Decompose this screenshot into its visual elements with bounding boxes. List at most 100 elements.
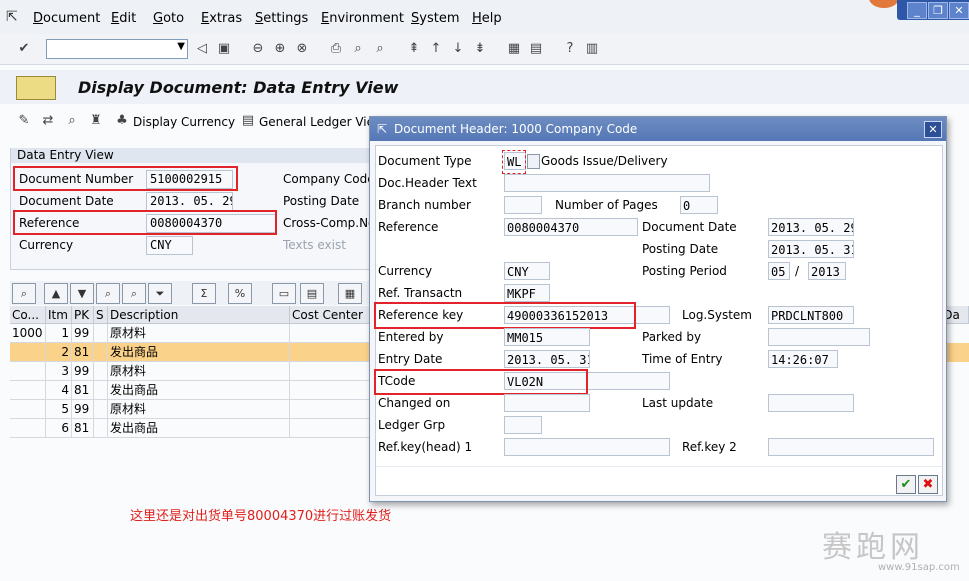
currency-label: Currency — [19, 238, 74, 252]
help-icon[interactable]: ? — [562, 41, 578, 57]
general-ledger-icon[interactable]: ▤ — [240, 113, 256, 129]
command-field[interactable]: ▼ — [46, 39, 188, 59]
cell-desc: 发出商品 — [108, 381, 290, 400]
last-page-icon[interactable]: ⇟ — [472, 41, 488, 57]
parked-by-field[interactable] — [768, 328, 870, 346]
ref-key2-field[interactable] — [768, 438, 934, 456]
details-icon[interactable]: ⌕ — [12, 283, 36, 304]
back-icon[interactable]: ⊖ — [250, 41, 266, 57]
menu-extras[interactable]: Extras — [201, 11, 242, 26]
posting-year-field[interactable]: 2013 — [808, 262, 846, 280]
cancel-x-icon[interactable]: ✖ — [918, 475, 938, 494]
entered-by-field[interactable]: MM015 — [504, 328, 590, 346]
branch-number-field[interactable] — [504, 196, 542, 214]
find-next-icon[interactable]: ⌕ — [372, 41, 388, 57]
log-system-label: Log.System — [682, 308, 752, 322]
find-icon[interactable]: ⌕ — [350, 41, 366, 57]
print-icon[interactable]: ⎙ — [328, 41, 344, 57]
layout-icon[interactable]: ▦ — [338, 283, 362, 304]
document-icon[interactable] — [16, 76, 56, 100]
header-s[interactable]: S — [94, 306, 108, 324]
ref-key-head1-field[interactable] — [504, 438, 670, 456]
sort-desc-icon[interactable]: ▼ — [70, 283, 94, 304]
header-company-code[interactable]: Co... — [10, 306, 46, 324]
cell-s — [94, 343, 108, 362]
cell-itm: 3 — [46, 362, 72, 381]
system-menu-icon[interactable]: ⇱ — [6, 9, 18, 25]
minimize-icon[interactable]: _ — [907, 2, 927, 19]
time-of-entry-field[interactable]: 14:26:07 — [768, 350, 838, 368]
ledger-grp-field[interactable] — [504, 416, 542, 434]
first-page-icon[interactable]: ⇞ — [406, 41, 422, 57]
menu-settings[interactable]: Settings — [255, 11, 308, 26]
last-update-field[interactable] — [768, 394, 854, 412]
find-next-icon[interactable]: ⌕ — [122, 283, 146, 304]
menu-system[interactable]: System — [411, 11, 460, 26]
previous-page-icon[interactable]: ↑ — [428, 41, 444, 57]
number-of-pages-field[interactable]: 0 — [680, 196, 718, 214]
save-icon[interactable]: ▣ — [216, 41, 232, 57]
reference-field[interactable]: 0080004370 — [504, 218, 638, 236]
chevron-down-icon[interactable]: ▼ — [177, 41, 185, 52]
header-cost-center[interactable]: Cost Center — [290, 306, 370, 324]
dialog-divider — [376, 466, 942, 467]
find-icon[interactable]: ⌕ — [96, 283, 120, 304]
doc-header-text-field[interactable] — [504, 174, 710, 192]
posting-period-field[interactable]: 05 — [768, 262, 790, 280]
search-help-icon[interactable] — [527, 154, 540, 169]
filter-icon[interactable]: ⏷ — [148, 283, 172, 304]
hat-icon[interactable]: ♜ — [88, 113, 104, 129]
menu-document[interactable]: Document — [33, 11, 100, 26]
display-currency-button[interactable]: Display Currency — [133, 115, 235, 129]
next-page-icon[interactable]: ↓ — [450, 41, 466, 57]
close-icon[interactable]: ✕ — [949, 2, 969, 19]
header-pk[interactable]: PK — [72, 306, 94, 324]
currency-field[interactable]: CNY — [504, 262, 550, 280]
entry-date-field[interactable]: 2013. 05. 31 — [504, 350, 590, 368]
sort-icon[interactable]: ▲ — [44, 283, 68, 304]
confirm-checkmark-icon[interactable]: ✔ — [896, 475, 916, 494]
document-date-field[interactable]: 2013. 05. 29 — [146, 192, 233, 211]
posting-date-label: Posting Date — [642, 242, 719, 256]
print-preview-icon[interactable]: ▭ — [272, 283, 296, 304]
shortcut-icon[interactable]: ▤ — [528, 41, 544, 57]
changed-on-field[interactable] — [504, 394, 590, 412]
ref-transactn-field[interactable]: MKPF — [504, 284, 550, 302]
header-description[interactable]: Description — [108, 306, 290, 324]
general-ledger-view-button[interactable]: General Ledger View — [259, 115, 384, 129]
document-date-label: Document Date — [642, 220, 737, 234]
time-of-entry-label: Time of Entry — [642, 352, 723, 366]
pencil-icon[interactable]: ✎ — [16, 113, 32, 129]
menu-environment[interactable]: Environment — [321, 11, 404, 26]
other-document-icon[interactable]: ⇄ — [40, 113, 56, 129]
display-currency-icon[interactable]: ♣ — [114, 113, 130, 129]
cell-itm: 2 — [46, 343, 72, 362]
posting-date-field[interactable]: 2013. 05. 31 — [768, 240, 854, 258]
cell-pk: 99 — [72, 362, 94, 381]
export-icon[interactable]: ▤ — [300, 283, 324, 304]
back-arrow-icon[interactable]: ◁ — [194, 41, 210, 57]
cell-co — [10, 362, 46, 381]
log-system-field[interactable]: PRDCLNT800 — [768, 306, 854, 324]
texts-exist-label: Texts exist — [283, 238, 346, 252]
menu-help[interactable]: Help — [472, 11, 502, 26]
document-date-field[interactable]: 2013. 05. 29 — [768, 218, 854, 236]
layout-menu-icon[interactable]: ▥ — [584, 41, 600, 57]
menu-goto[interactable]: Goto — [153, 11, 184, 26]
company-code-label: Company Code — [283, 172, 375, 186]
total-icon[interactable]: Σ — [192, 283, 216, 304]
standard-toolbar: ✔ ▼ ◁ ▣ ⊖ ⊕ ⊗ ⎙ ⌕ ⌕ ⇞ ↑ ↓ ⇟ ▦ ▤ ? ▥ — [0, 34, 969, 65]
menu-edit[interactable]: Edit — [111, 11, 136, 26]
restore-icon[interactable]: ❐ — [928, 2, 948, 19]
header-item[interactable]: Itm — [46, 306, 72, 324]
cell-cost-center — [290, 400, 370, 419]
enter-icon[interactable]: ✔ — [16, 41, 32, 57]
overview-icon[interactable]: ⌕ — [64, 113, 80, 129]
exit-icon[interactable]: ⊕ — [272, 41, 288, 57]
posting-date-label: Posting Date — [283, 194, 360, 208]
cancel-icon[interactable]: ⊗ — [294, 41, 310, 57]
subtotal-icon[interactable]: % — [228, 283, 252, 304]
currency-field[interactable]: CNY — [146, 236, 193, 255]
new-session-icon[interactable]: ▦ — [506, 41, 522, 57]
close-icon[interactable]: ✕ — [924, 121, 942, 138]
